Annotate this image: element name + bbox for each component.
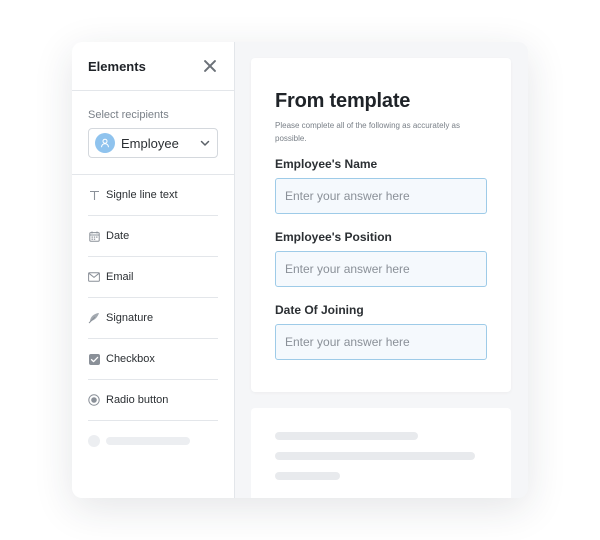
element-item-label: Checkbox <box>106 353 155 365</box>
date-of-joining-input[interactable] <box>275 324 487 360</box>
sidebar-title: Elements <box>88 58 146 74</box>
field-label-date-of-joining: Date Of Joining <box>275 303 364 317</box>
skeleton-line <box>275 472 340 480</box>
recipients-label: Select recipients <box>88 109 169 121</box>
radio-icon <box>88 394 100 406</box>
element-item-date[interactable]: Date <box>88 216 218 257</box>
element-item-single-line-text[interactable]: Signle line text <box>88 175 218 216</box>
element-list: Signle line text Date Email Signature Ch… <box>72 175 234 461</box>
skeleton-bar <box>106 437 190 445</box>
recipient-select[interactable]: Employee <box>88 128 218 158</box>
text-icon <box>88 189 100 201</box>
skeleton-line <box>275 432 418 440</box>
employee-position-input[interactable] <box>275 251 487 287</box>
element-item-radio-button[interactable]: Radio button <box>88 380 218 421</box>
element-item-label: Radio button <box>106 394 169 406</box>
close-icon[interactable] <box>202 58 218 74</box>
chevron-down-icon <box>200 140 210 146</box>
form-subtitle: Please complete all of the following as … <box>275 121 460 143</box>
sidebar-header: Elements <box>72 42 234 91</box>
form-card: From template Please complete all of the… <box>251 58 511 392</box>
loading-placeholder <box>88 421 218 461</box>
skeleton-line <box>275 452 475 460</box>
element-item-label: Email <box>106 271 134 283</box>
recipient-select-value: Employee <box>121 135 179 151</box>
elements-sidebar: Elements Select recipients Employee Sign… <box>72 42 235 498</box>
main-canvas: From template Please complete all of the… <box>235 42 528 498</box>
field-label-position: Employee's Position <box>275 230 392 244</box>
user-icon <box>101 138 109 148</box>
element-item-label: Signle line text <box>106 189 178 201</box>
recipients-section: Select recipients Employee <box>72 91 234 175</box>
placeholder-card <box>251 408 511 498</box>
app-window: Elements Select recipients Employee Sign… <box>72 42 528 498</box>
employee-name-input[interactable] <box>275 178 487 214</box>
element-item-signature[interactable]: Signature <box>88 298 218 339</box>
skeleton-dot <box>88 435 100 447</box>
form-title: From template <box>275 90 411 112</box>
element-item-label: Signature <box>106 312 154 324</box>
checkbox-icon <box>88 353 100 365</box>
element-item-checkbox[interactable]: Checkbox <box>88 339 218 380</box>
avatar <box>95 133 115 153</box>
field-label-name: Employee's Name <box>275 157 378 171</box>
calendar-icon <box>88 230 100 242</box>
feather-icon <box>88 312 100 324</box>
envelope-icon <box>88 271 100 283</box>
element-item-label: Date <box>106 230 130 242</box>
element-item-email[interactable]: Email <box>88 257 218 298</box>
